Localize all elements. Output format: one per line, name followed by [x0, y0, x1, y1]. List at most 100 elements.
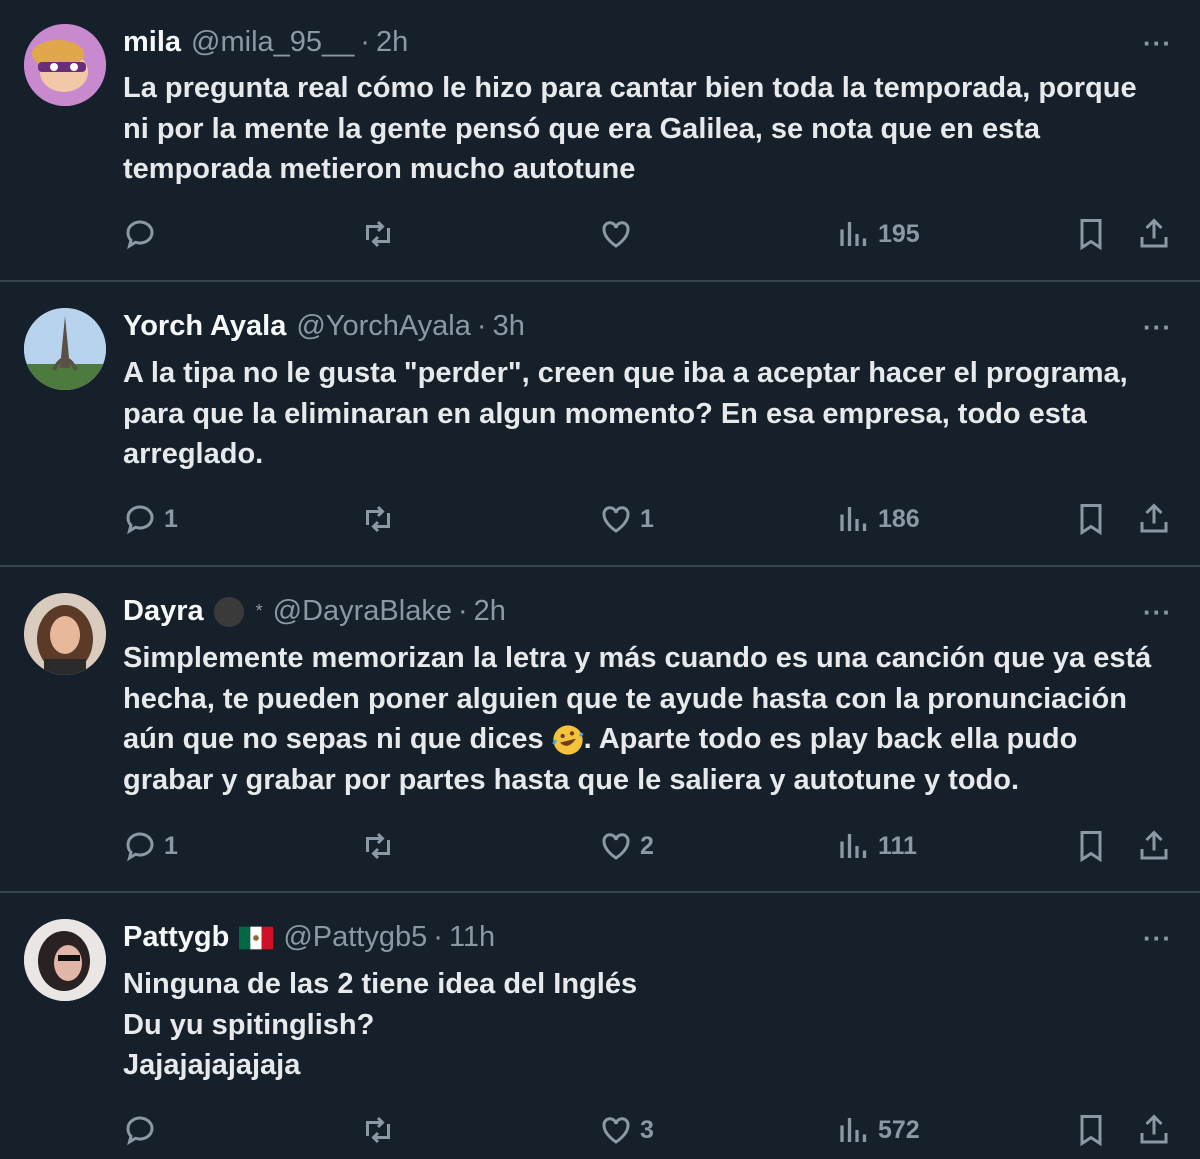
tweet-text: La pregunta real cómo le hizo para canta…: [123, 68, 1173, 190]
reply-button[interactable]: 1: [122, 501, 178, 537]
display-name[interactable]: Yorch Ayala: [123, 310, 286, 343]
view-count: 195: [878, 219, 920, 248]
share-icon: [1140, 830, 1168, 860]
views-button[interactable]: 186: [836, 501, 920, 537]
reply-button[interactable]: [122, 216, 164, 252]
share-icon: [1140, 1114, 1168, 1144]
tweet-line: hecha, te pueden poner alguien que te ay…: [123, 682, 1127, 715]
tweet-actions: 3 572: [0, 1112, 1200, 1152]
tweet-actions: 195: [0, 216, 1200, 256]
bookmark-icon: [1080, 219, 1102, 251]
like-icon: [602, 833, 630, 860]
reply-count: 1: [164, 504, 178, 533]
retweet-button[interactable]: [360, 1112, 396, 1148]
tweet-line: temporada metieron mucho autotune: [123, 153, 636, 185]
like-button[interactable]: 2: [598, 828, 654, 864]
name-badge: *: [255, 601, 263, 621]
avatar-image-icon: [24, 919, 106, 1001]
reply-icon: [126, 220, 154, 250]
like-count: 1: [640, 504, 654, 533]
more-icon[interactable]: ···: [1143, 923, 1172, 954]
view-count: 572: [878, 1115, 920, 1144]
tweet-header: Pattygb @Pattygb5 · 11h: [123, 921, 495, 954]
timestamp[interactable]: 2h: [376, 26, 408, 59]
like-button[interactable]: 1: [598, 501, 654, 537]
tweet-line-part: aún que no sepas ni que dices: [123, 723, 544, 755]
view-count: 111: [878, 831, 917, 860]
share-button[interactable]: [1136, 216, 1172, 252]
share-button[interactable]: [1136, 501, 1172, 537]
display-name[interactable]: Pattygb: [123, 921, 229, 954]
retweet-icon: [366, 505, 390, 533]
user-handle[interactable]: @Pattygb5: [283, 921, 427, 954]
retweet-button[interactable]: [360, 501, 396, 537]
user-handle[interactable]: @YorchAyala: [296, 310, 471, 343]
like-icon: [602, 1117, 630, 1144]
avatar[interactable]: [24, 919, 106, 1001]
tweet-line: A la tipa no le gusta "perder", creen qu…: [123, 357, 1128, 389]
tweet-line: para que la eliminaran en algun momento?…: [123, 397, 1087, 430]
separator-dot: ·: [457, 595, 468, 627]
tweet-actions: 1 2 111: [0, 828, 1200, 868]
rolling-laughing-emoji-icon: [551, 725, 584, 756]
tweet-line: Simplemente memorizan la letra y más cua…: [123, 642, 1152, 674]
retweet-icon: [366, 832, 390, 860]
timestamp[interactable]: 3h: [493, 310, 525, 343]
separator-dot: ·: [476, 310, 487, 342]
like-icon: [602, 221, 630, 248]
tweet[interactable]: mila @mila_95__ · 2h ··· La pregunta rea…: [0, 0, 1200, 282]
bookmark-button[interactable]: [1073, 501, 1109, 537]
bookmark-button[interactable]: [1073, 828, 1109, 864]
reply-icon: [126, 832, 154, 862]
separator-dot: ·: [360, 26, 370, 58]
timestamp[interactable]: 2h: [474, 595, 506, 628]
reply-button[interactable]: 1: [122, 828, 178, 864]
avatar[interactable]: [24, 308, 106, 390]
tweet[interactable]: Yorch Ayala @YorchAyala · 3h ··· A la ti…: [0, 282, 1200, 567]
tweet-line: Ninguna de las 2 tiene idea del Inglés: [123, 968, 638, 1000]
user-handle[interactable]: @DayraBlake: [273, 595, 452, 628]
views-button[interactable]: 572: [836, 1112, 920, 1148]
share-icon: [1140, 218, 1168, 248]
retweet-button[interactable]: [360, 216, 396, 252]
more-icon[interactable]: ···: [1143, 312, 1172, 343]
share-button[interactable]: [1136, 828, 1172, 864]
retweet-button[interactable]: [360, 828, 396, 864]
bookmark-icon: [1080, 504, 1102, 536]
user-handle[interactable]: @mila_95__: [191, 26, 354, 59]
tweet-actions: 1 1 186: [0, 501, 1200, 541]
share-icon: [1140, 503, 1168, 533]
like-count: 2: [640, 831, 654, 860]
views-button[interactable]: 195: [836, 216, 920, 252]
tweet[interactable]: Dayra * @DayraBlake · 2h ··· Simplemente…: [0, 567, 1200, 893]
bookmark-button[interactable]: [1073, 216, 1109, 252]
like-count: 3: [640, 1115, 654, 1144]
timestamp[interactable]: 11h: [449, 921, 495, 954]
views-icon: [840, 834, 867, 858]
like-button[interactable]: [598, 216, 640, 252]
like-button[interactable]: 3: [598, 1112, 654, 1148]
views-icon: [840, 1118, 867, 1142]
tweet-line: Du yu spitinglish?: [123, 1008, 375, 1041]
views-icon: [840, 507, 867, 531]
avatar-image-icon: [24, 593, 106, 675]
avatar[interactable]: [24, 24, 106, 106]
avatar[interactable]: [24, 593, 106, 675]
tweet-line: arreglado.: [123, 438, 264, 470]
tweet-line: Jajajajajajaja: [123, 1049, 301, 1081]
more-icon[interactable]: ···: [1143, 28, 1172, 59]
more-icon[interactable]: ···: [1143, 597, 1172, 628]
reply-button[interactable]: [122, 1112, 164, 1148]
views-button[interactable]: 111: [836, 828, 917, 864]
tweet[interactable]: Pattygb @Pattygb5 · 11h ··· Ninguna de l…: [0, 893, 1200, 1159]
views-icon: [840, 222, 867, 246]
share-button[interactable]: [1136, 1112, 1172, 1148]
tweet-header: mila @mila_95__ · 2h: [123, 26, 408, 59]
tweet-header: Dayra * @DayraBlake · 2h: [123, 595, 506, 628]
display-name[interactable]: Dayra: [123, 595, 204, 628]
display-name[interactable]: mila: [123, 26, 181, 59]
bookmark-button[interactable]: [1073, 1112, 1109, 1148]
tweet-line-part: . Aparte todo es play back ella pudo: [583, 723, 1078, 755]
tweet-line: ni por la mente la gente pensó que era G…: [123, 112, 1040, 145]
separator-dot: ·: [433, 921, 443, 953]
